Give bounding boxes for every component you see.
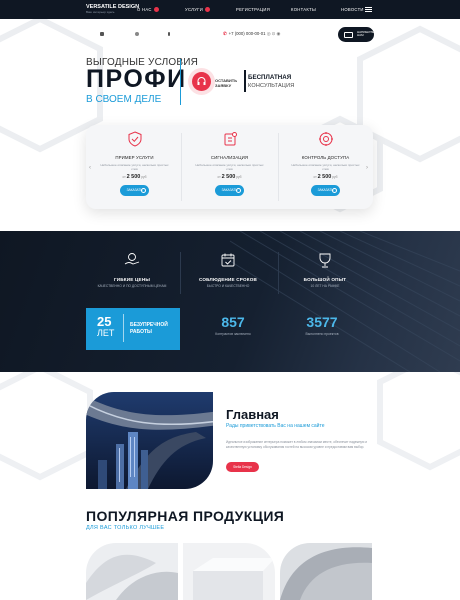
stat-projects: 3577 Выполнено проектов (277, 314, 367, 336)
order-label[interactable]: ОСТАВИТЬ ЗАЯВКУ (215, 78, 237, 88)
feature-deadlines: СОБЛЮДЕНИЕ СРОКОВ БЫСТРО И КАЧЕСТВЕННО (178, 252, 278, 288)
order-button[interactable] (192, 72, 211, 91)
years-text: БЕЗУПРЕЧНОЙ РАБОТЫ (130, 322, 168, 335)
order-card-button[interactable]: ЗАКАЗАТЬ (120, 185, 149, 196)
price-prefix: от (217, 175, 221, 179)
order-card-button[interactable]: ЗАКАЗАТЬ (311, 185, 340, 196)
service-card-alarm[interactable]: СИГНАЛИЗАЦИЯ Небольшое описание услуги, … (183, 125, 276, 209)
arrow-circle-icon (332, 188, 337, 193)
nav-badge (153, 7, 159, 12)
price-value: 2 500 (221, 174, 236, 180)
messenger-icons: ◎ ⊙ ◉ (266, 31, 281, 36)
card-description: Небольшое описание услуги, несколько про… (195, 163, 264, 171)
calendar-check-icon (220, 252, 236, 268)
about-text: Идеальное изображение интерьера поможет … (226, 440, 368, 449)
popular-title: ПОПУЛЯРНАЯ ПРОДУКЦИЯ (86, 508, 285, 524)
consult-subtitle: КОНСУЛЬТАЦИЯ (248, 83, 295, 89)
telegram-icon[interactable] (135, 32, 139, 36)
menu-icon[interactable] (365, 7, 372, 13)
service-card-example[interactable]: ПРИМЕР УСЛУГИ Небольшое описание услуги,… (88, 125, 181, 209)
shield-check-icon (127, 131, 143, 147)
nav-label: НОВОСТИ (341, 7, 364, 12)
about-subtitle: Рады приветствовать Вас на нашем сайте (226, 423, 325, 429)
nav-badge (205, 7, 211, 12)
product-image-1[interactable] (86, 543, 178, 600)
stat-number: 3577 (306, 314, 338, 330)
hero-title: ПРОФИ (86, 65, 187, 93)
years-divider (123, 314, 124, 342)
headset-icon (197, 77, 206, 85)
card-title: СИГНАЛИЗАЦИЯ (210, 155, 249, 160)
stat-contracts: 857 Контрактов заключено (188, 314, 278, 336)
price-currency: руб (236, 175, 242, 179)
phone-icon: ✆ (223, 31, 227, 36)
price-currency: руб (332, 175, 338, 179)
feature-title: СОБЛЮДЕНИЕ СРОКОВ (198, 277, 258, 282)
price-prefix: от (313, 175, 317, 179)
facebook-icon[interactable] (168, 32, 170, 36)
order-card-button[interactable]: ЗАКАЗАТЬ (215, 185, 244, 196)
card-title: КОНТРОЛЬ ДОСТУПА (301, 155, 350, 160)
feature-experience: БОЛЬШОЙ ОПЫТ 10 ЛЕТ НА РЫНКЕ (275, 252, 375, 288)
nav-news[interactable]: НОВОСТИ (341, 7, 364, 12)
youtube-icon[interactable] (100, 32, 104, 36)
card-title: ПРИМЕР УСЛУГИ (115, 155, 154, 160)
nav-label: КОНТАКТЫ (291, 7, 316, 12)
nav-services[interactable]: УСЛУГИ (185, 7, 211, 12)
popular-subtitle: ДЛЯ ВАС ТОЛЬКО ЛУЧШЕЕ (86, 525, 165, 531)
brand-tagline: Ваш интерьер здесь (86, 10, 115, 14)
years-number: 25 (97, 314, 112, 329)
phone-text: +7 (000) 000-00-01 (228, 31, 266, 36)
price-prefix: от (122, 175, 126, 179)
nav-label: РЕГИСТРАЦИЯ (236, 7, 271, 12)
mail-label: НАПИШИТЕ НАМ (357, 30, 375, 38)
consult-title: БЕСПЛАТНАЯ (248, 74, 292, 81)
product-image-3[interactable] (280, 543, 372, 600)
about-title: Главная (226, 407, 279, 422)
card-description: Небольшое описание услуги, несколько про… (100, 163, 169, 171)
hand-money-icon (124, 252, 140, 268)
top-navigation-bar (0, 0, 460, 19)
years-label: ЛЕТ (97, 328, 115, 338)
service-card-access[interactable]: КОНТРОЛЬ ДОСТУПА Небольшое описание услу… (279, 125, 372, 209)
mail-icon (344, 31, 353, 38)
feature-subtitle: БЫСТРО И КАЧЕСТВЕННО (206, 284, 250, 288)
about-image (86, 392, 213, 489)
nav-label: УСЛУГИ (185, 7, 204, 12)
phone-number[interactable]: ✆ +7 (000) 000-00-01 ◎ ⊙ ◉ (223, 31, 280, 37)
brand-logo[interactable]: VERSATILE DESIGN Ваш интерьер здесь (86, 4, 139, 14)
feature-title: БОЛЬШОЙ ОПЫТ (303, 277, 347, 282)
arrow-circle-icon (236, 188, 241, 193)
nav-registration[interactable]: РЕГИСТРАЦИЯ (236, 7, 270, 12)
product-image-2[interactable] (183, 543, 275, 600)
about-button[interactable]: Stella Design (226, 462, 259, 472)
mail-button[interactable]: НАПИШИТЕ НАМ (338, 27, 374, 42)
nav-about[interactable]: О НАС (137, 7, 159, 12)
price-value: 2 500 (317, 174, 332, 180)
card-price: от 2 500 руб (279, 174, 372, 180)
access-control-icon (318, 131, 334, 147)
price-value: 2 500 (126, 174, 141, 180)
hero-divider (180, 59, 181, 105)
award-icon (317, 252, 333, 268)
alarm-icon (222, 131, 238, 147)
nav-label: О НАС (137, 7, 152, 12)
stat-number: 857 (221, 314, 245, 330)
background-pattern (0, 372, 460, 481)
feature-title: ГИБКИЕ ЦЕНЫ (113, 277, 151, 282)
card-price: от 2 500 руб (183, 174, 276, 180)
nav-contacts[interactable]: КОНТАКТЫ (291, 7, 316, 12)
feature-flexible-prices: ГИБКИЕ ЦЕНЫ КАЧЕСТВЕННО И ПО ДОСТУПНЫМ Ц… (82, 252, 182, 288)
card-divider (181, 133, 182, 201)
feature-subtitle: КАЧЕСТВЕННО И ПО ДОСТУПНЫМ ЦЕНАМ (97, 284, 167, 288)
hero-subtitle-2: В СВОЕМ ДЕЛЕ (86, 94, 162, 105)
card-description: Небольшое описание услуги, несколько про… (291, 163, 360, 171)
price-currency: руб (141, 175, 147, 179)
stat-label: Выполнено проектов (305, 332, 339, 336)
feature-subtitle: 10 ЛЕТ НА РЫНКЕ (310, 284, 340, 288)
arrow-circle-icon (141, 188, 146, 193)
card-price: от 2 500 руб (88, 174, 181, 180)
stat-label: Контрактов заключено (215, 332, 251, 336)
